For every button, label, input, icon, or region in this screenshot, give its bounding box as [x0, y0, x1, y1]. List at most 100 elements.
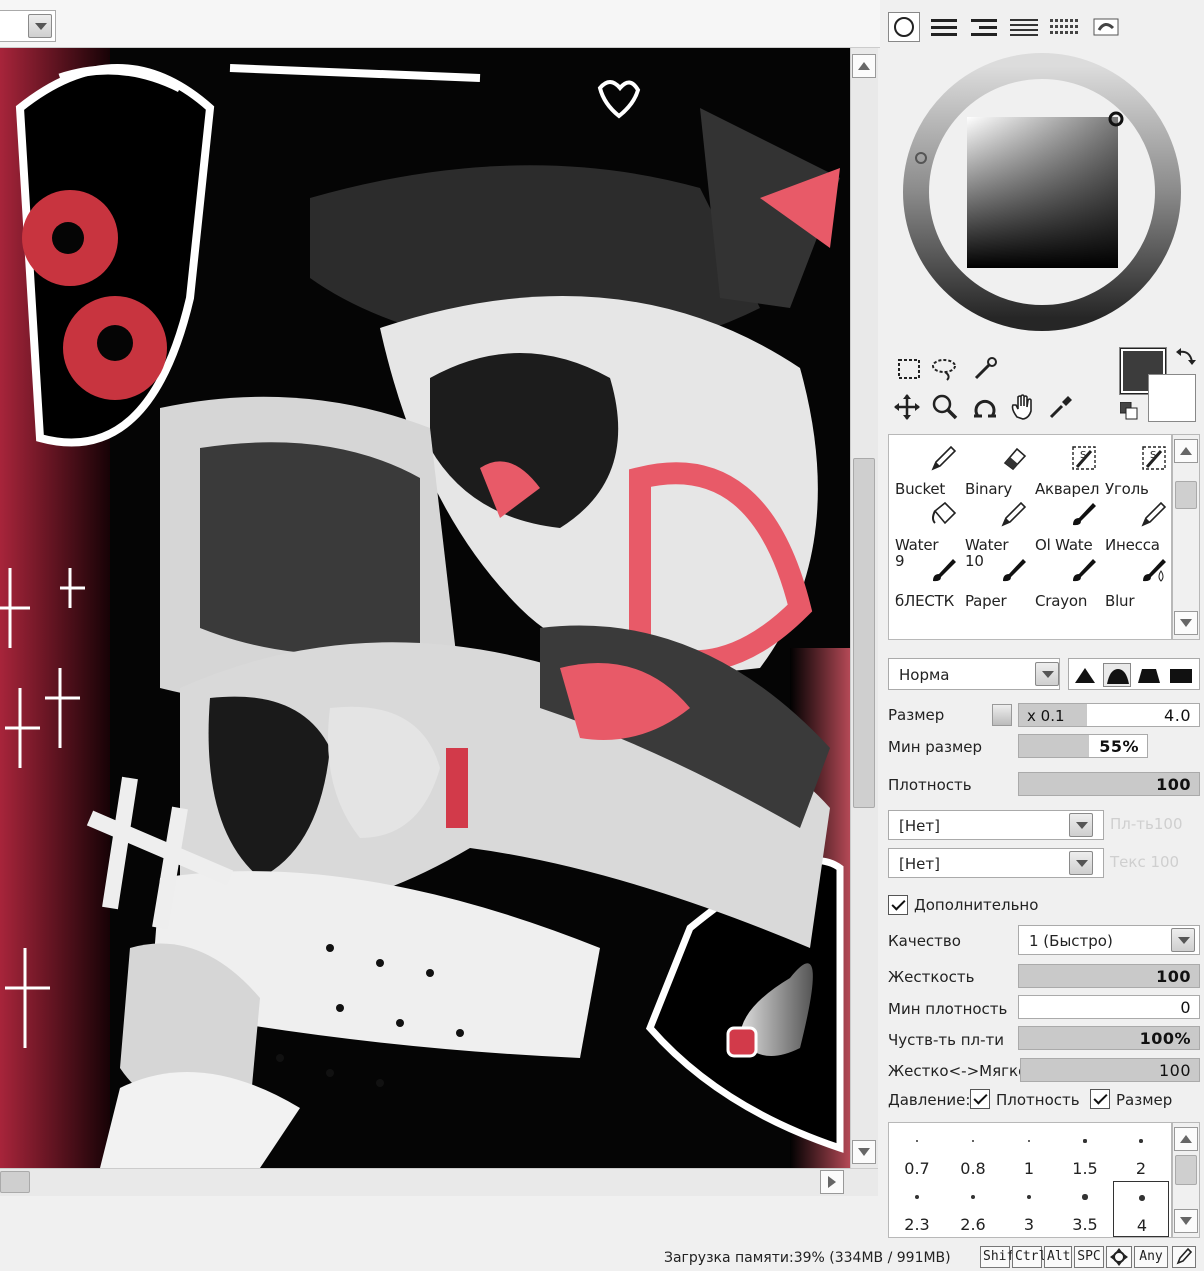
- lasso-icon[interactable]: [930, 354, 960, 384]
- brush-slot[interactable]: Bucket: [889, 437, 959, 497]
- eyedropper-icon[interactable]: [1046, 392, 1076, 422]
- size-multiplier-button[interactable]: [992, 704, 1012, 726]
- brush-slot[interactable]: бЛЕСТК: [889, 549, 959, 609]
- navigator-icon[interactable]: [1106, 1246, 1132, 1268]
- size-preset[interactable]: 4: [1113, 1181, 1169, 1237]
- brush-slot[interactable]: S Акварел: [1029, 437, 1099, 497]
- size-scroll-down-icon[interactable]: [1174, 1209, 1198, 1233]
- move-icon[interactable]: [892, 392, 922, 422]
- size-preset-label: 4: [1136, 1216, 1148, 1235]
- sensitivity-slider[interactable]: 100%: [1018, 1026, 1200, 1050]
- brush-slot[interactable]: Crayon: [1029, 549, 1099, 609]
- vertical-scroll-thumb[interactable]: [853, 458, 875, 808]
- shape-square-icon[interactable]: [1167, 663, 1195, 687]
- scratchpad-tab-icon[interactable]: [1090, 12, 1122, 42]
- size-preset[interactable]: 3: [1001, 1181, 1057, 1237]
- select-rect-icon[interactable]: [894, 354, 924, 384]
- size-preset[interactable]: 2: [1113, 1125, 1169, 1181]
- brush-label: Crayon: [1035, 592, 1088, 610]
- hsv-sliders-tab-icon[interactable]: [968, 12, 1000, 42]
- size-preset-label: 2.6: [960, 1215, 986, 1234]
- size-preset[interactable]: 3.5: [1057, 1181, 1113, 1237]
- blend-mode-arrow-icon[interactable]: [1035, 662, 1059, 686]
- shape-flat-icon[interactable]: [1135, 663, 1163, 687]
- brush-slot[interactable]: Paper: [959, 549, 1029, 609]
- brush-slot[interactable]: Water 9: [889, 493, 959, 569]
- scroll-right-arrow-icon[interactable]: [820, 1170, 844, 1194]
- magic-wand-icon[interactable]: [970, 354, 1000, 384]
- status-bar: Загрузка памяти:39% (334MB / 991MB) Shif…: [0, 1244, 1204, 1271]
- brush-slot[interactable]: Инесса: [1099, 493, 1169, 553]
- zoom-icon[interactable]: [930, 392, 960, 422]
- brush-scroll-thumb[interactable]: [1175, 481, 1197, 509]
- shape-sharp-icon[interactable]: [1071, 663, 1099, 687]
- brush-slot[interactable]: Ol Wate: [1029, 493, 1099, 553]
- color-wheel-tab-icon[interactable]: [888, 12, 920, 42]
- size-preset-label: 3: [1023, 1215, 1035, 1234]
- background-color-swatch[interactable]: [1148, 374, 1196, 422]
- pressure-density-checkbox[interactable]: [970, 1089, 990, 1109]
- texture-2-value: [Нет]: [899, 855, 940, 873]
- scroll-up-arrow-icon[interactable]: [852, 54, 876, 78]
- pressure-size-checkbox[interactable]: [1090, 1089, 1110, 1109]
- size-dot-icon: [916, 1140, 918, 1142]
- pen-icon[interactable]: [1172, 1246, 1196, 1268]
- hand-icon[interactable]: [1008, 392, 1038, 422]
- horizontal-scroll-thumb[interactable]: [0, 1171, 30, 1193]
- color-wheel[interactable]: [902, 52, 1182, 332]
- dropdown-arrow-icon[interactable]: [28, 14, 52, 38]
- advanced-checkbox[interactable]: [888, 895, 908, 915]
- size-preset[interactable]: 2.6: [945, 1181, 1001, 1237]
- scroll-down-arrow-icon[interactable]: [852, 1140, 876, 1164]
- brush-slot[interactable]: S Уголь: [1099, 437, 1169, 497]
- size-preset-label: 2: [1135, 1159, 1147, 1178]
- quality-dropdown[interactable]: 1 (Быстро): [1018, 925, 1200, 955]
- texture-1-arrow-icon[interactable]: [1069, 813, 1093, 837]
- hard-soft-slider[interactable]: 100: [1020, 1058, 1200, 1082]
- size-preset[interactable]: 0.8: [945, 1125, 1001, 1181]
- hardness-slider[interactable]: 100: [1018, 964, 1200, 988]
- min-size-slider[interactable]: 55%: [1018, 734, 1148, 758]
- blend-mode-dropdown[interactable]: Норма: [888, 658, 1060, 690]
- min-density-slider[interactable]: 0: [1018, 995, 1200, 1019]
- ctrl-key-indicator[interactable]: Ctrl: [1012, 1246, 1046, 1268]
- texture-2-arrow-icon[interactable]: [1069, 851, 1093, 875]
- quality-arrow-icon[interactable]: [1171, 928, 1195, 952]
- any-key-indicator[interactable]: Any: [1134, 1246, 1168, 1268]
- canvas-horizontal-scrollbar[interactable]: [0, 1168, 878, 1196]
- pressure-label: Давление:: [888, 1091, 971, 1109]
- drawing-canvas[interactable]: [0, 48, 850, 1168]
- size-preset[interactable]: 1: [1001, 1125, 1057, 1181]
- rgb-sliders-tab-icon[interactable]: [928, 12, 960, 42]
- brush-slot[interactable]: Blur: [1099, 549, 1169, 609]
- canvas-selector-dropdown[interactable]: [0, 10, 56, 42]
- size-preset[interactable]: 2.3: [889, 1181, 945, 1237]
- shape-round-icon[interactable]: [1103, 663, 1131, 687]
- brush-slot[interactable]: Binary: [959, 437, 1029, 497]
- rotate-icon[interactable]: [970, 392, 1000, 422]
- hardness-label: Жесткость: [888, 968, 975, 986]
- min-size-label: Мин размер: [888, 738, 983, 756]
- alt-key-indicator[interactable]: Alt: [1044, 1246, 1072, 1268]
- size-slider[interactable]: x 0.1 4.0: [1018, 703, 1200, 727]
- size-scroll-up-icon[interactable]: [1174, 1127, 1198, 1151]
- space-key-indicator[interactable]: SPC: [1074, 1246, 1104, 1268]
- swap-colors-icon[interactable]: [1176, 346, 1196, 371]
- color-mixer-tab-icon[interactable]: [1008, 12, 1040, 42]
- brush-scroll-down-icon[interactable]: [1174, 611, 1198, 635]
- brush-grid-scrollbar[interactable]: [1172, 434, 1200, 640]
- size-scroll-thumb[interactable]: [1175, 1155, 1197, 1185]
- texture-dropdown-2[interactable]: [Нет]: [888, 848, 1104, 878]
- swatches-tab-icon[interactable]: [1048, 12, 1080, 42]
- size-preset[interactable]: 1.5: [1057, 1125, 1113, 1181]
- brush-shape-selector: [1068, 658, 1200, 690]
- brush-slot[interactable]: Water 10: [959, 493, 1029, 569]
- canvas-vertical-scrollbar[interactable]: [850, 48, 878, 1168]
- reset-colors-icon[interactable]: [1119, 401, 1138, 420]
- texture-dropdown-1[interactable]: [Нет]: [888, 810, 1104, 840]
- brush-scroll-up-icon[interactable]: [1174, 439, 1198, 463]
- size-presets-scrollbar[interactable]: [1172, 1122, 1200, 1238]
- density-slider[interactable]: 100: [1018, 772, 1200, 796]
- shift-key-indicator[interactable]: Shift: [980, 1246, 1022, 1268]
- size-preset[interactable]: 0.7: [889, 1125, 945, 1181]
